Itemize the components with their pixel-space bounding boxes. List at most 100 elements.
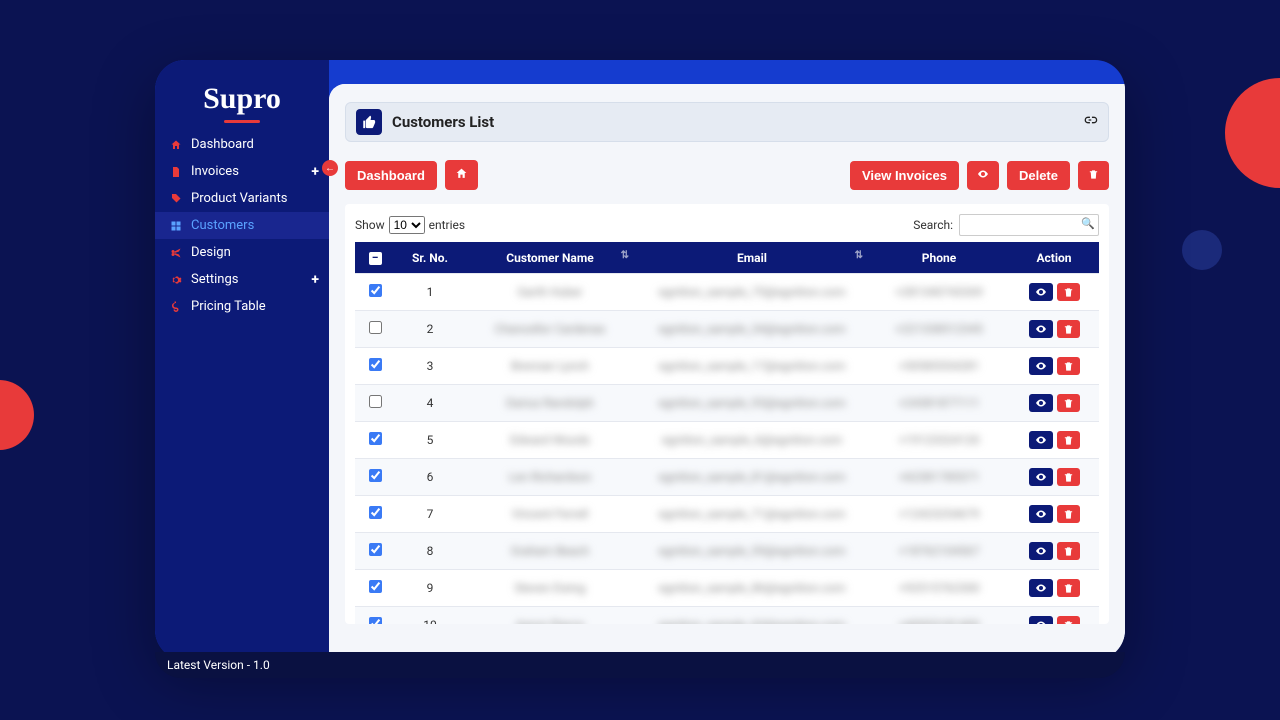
table-row: 4Darius Randolphegnition_sample_93@egnit…	[355, 385, 1099, 422]
view-invoices-label: View Invoices	[862, 168, 947, 183]
sidebar-item-product-variants[interactable]: Product Variants	[155, 185, 329, 212]
search-input[interactable]	[959, 214, 1099, 236]
sidebar-item-label: Dashboard	[191, 137, 254, 152]
delete-label: Delete	[1019, 168, 1058, 183]
row-view-button[interactable]	[1029, 357, 1053, 375]
sidebar-item-label: Product Variants	[191, 191, 288, 206]
cell-phone: +62381785571	[869, 459, 1009, 496]
table-container: Show 10 entries Search: 🔍	[345, 204, 1109, 624]
row-view-button[interactable]	[1029, 542, 1053, 560]
tag-icon	[169, 192, 183, 206]
row-checkbox[interactable]	[369, 432, 382, 445]
row-view-button[interactable]	[1029, 579, 1053, 597]
cell-srno: 4	[395, 385, 465, 422]
row-delete-button[interactable]	[1057, 542, 1080, 560]
cell-email: egnition_sample_93@egnition.com	[635, 385, 869, 422]
home-icon	[169, 138, 183, 152]
row-checkbox[interactable]	[369, 395, 382, 408]
cell-srno: 6	[395, 459, 465, 496]
cell-srno: 7	[395, 496, 465, 533]
row-delete-button[interactable]	[1057, 283, 1080, 301]
sidebar-item-settings[interactable]: Settings +	[155, 266, 329, 293]
table-row: 3Brennan Lynchegnition_sample_17@egnitio…	[355, 348, 1099, 385]
row-delete-button[interactable]	[1057, 468, 1080, 486]
row-view-button[interactable]	[1029, 394, 1053, 412]
col-email[interactable]: Email⇅	[635, 242, 869, 274]
sidebar-item-label: Settings	[191, 272, 238, 287]
link-icon[interactable]	[1082, 112, 1098, 132]
view-invoices-button[interactable]: View Invoices	[850, 161, 959, 190]
dashboard-button[interactable]: Dashboard	[345, 161, 437, 190]
cell-srno: 1	[395, 274, 465, 311]
row-view-button[interactable]	[1029, 431, 1053, 449]
cell-email: egnition_sample_59@egnition.com	[635, 533, 869, 570]
row-delete-button[interactable]	[1057, 357, 1080, 375]
table-controls: Show 10 entries Search: 🔍	[355, 214, 1099, 236]
cell-phone: +50585554281	[869, 348, 1009, 385]
row-checkbox[interactable]	[369, 284, 382, 297]
search-icon: 🔍	[1081, 217, 1095, 230]
row-checkbox[interactable]	[369, 358, 382, 371]
cell-name: Edward Woods	[465, 422, 635, 459]
home-button[interactable]	[445, 160, 478, 190]
cell-srno: 5	[395, 422, 465, 459]
row-delete-button[interactable]	[1057, 616, 1080, 624]
col-select[interactable]: –	[355, 242, 395, 274]
row-delete-button[interactable]	[1057, 579, 1080, 597]
action-bar: Dashboard View Invoices Delet	[345, 160, 1109, 190]
page-title: Customers List	[392, 113, 494, 131]
sidebar-item-label: Customers	[191, 218, 254, 233]
row-checkbox[interactable]	[369, 469, 382, 482]
cell-name: Brennan Lynch	[465, 348, 635, 385]
sidebar-item-dashboard[interactable]: Dashboard	[155, 131, 329, 158]
row-checkbox[interactable]	[369, 580, 382, 593]
cell-name: Steven Ewing	[465, 570, 635, 607]
row-checkbox[interactable]	[369, 506, 382, 519]
page-size-select[interactable]: 10	[389, 216, 425, 234]
sort-icon: ⇅	[621, 250, 629, 261]
plus-icon[interactable]: +	[311, 272, 319, 288]
brand-logo: Supro	[155, 80, 329, 122]
document-icon	[169, 165, 183, 179]
col-action: Action	[1009, 242, 1099, 274]
cell-email: egnition_sample_63@egnition.com	[635, 607, 869, 625]
cell-phone: +18762104567	[869, 533, 1009, 570]
sidebar-item-pricing-table[interactable]: Pricing Table	[155, 293, 329, 320]
sidebar-item-invoices[interactable]: Invoices+	[155, 158, 329, 185]
cell-phone: +24381877111	[869, 385, 1009, 422]
sidebar-collapse-button[interactable]: ←	[322, 160, 338, 176]
cell-email: egnition_sample_17@egnition.com	[635, 348, 869, 385]
cell-phone: +281340743269	[869, 274, 1009, 311]
view-invoices-eye-button[interactable]	[967, 161, 999, 190]
trash-icon	[1088, 168, 1099, 183]
table-row: 2Chancellor Cardenasegnition_sample_34@e…	[355, 311, 1099, 348]
select-all-indeterminate-icon[interactable]: –	[369, 252, 382, 265]
row-delete-button[interactable]	[1057, 431, 1080, 449]
row-view-button[interactable]	[1029, 505, 1053, 523]
row-delete-button[interactable]	[1057, 394, 1080, 412]
cell-email: egnition_sample_6@egnition.com	[635, 422, 869, 459]
delete-trash-button[interactable]	[1078, 161, 1109, 190]
brand-underline	[224, 120, 260, 123]
row-view-button[interactable]	[1029, 616, 1053, 624]
row-delete-button[interactable]	[1057, 320, 1080, 338]
sidebar-item-design[interactable]: Design	[155, 239, 329, 266]
row-view-button[interactable]	[1029, 468, 1053, 486]
col-srno[interactable]: Sr. No.	[395, 242, 465, 274]
row-delete-button[interactable]	[1057, 505, 1080, 523]
sidebar-item-customers[interactable]: Customers	[155, 212, 329, 239]
plus-icon[interactable]: +	[311, 164, 319, 180]
col-name[interactable]: Customer Name⇅	[465, 242, 635, 274]
row-checkbox[interactable]	[369, 543, 382, 556]
row-checkbox[interactable]	[369, 617, 382, 624]
row-view-button[interactable]	[1029, 283, 1053, 301]
cell-email: egnition_sample_86@egnition.com	[635, 570, 869, 607]
col-phone[interactable]: Phone	[869, 242, 1009, 274]
home-icon	[455, 167, 468, 183]
table-row: 10Aaron Pierceegnition_sample_63@egnitio…	[355, 607, 1099, 625]
cell-email: egnition_sample_75@egnition.com	[635, 274, 869, 311]
delete-button[interactable]: Delete	[1007, 161, 1070, 190]
table-row: 8Graham Beachegnition_sample_59@egnition…	[355, 533, 1099, 570]
row-checkbox[interactable]	[369, 321, 382, 334]
row-view-button[interactable]	[1029, 320, 1053, 338]
